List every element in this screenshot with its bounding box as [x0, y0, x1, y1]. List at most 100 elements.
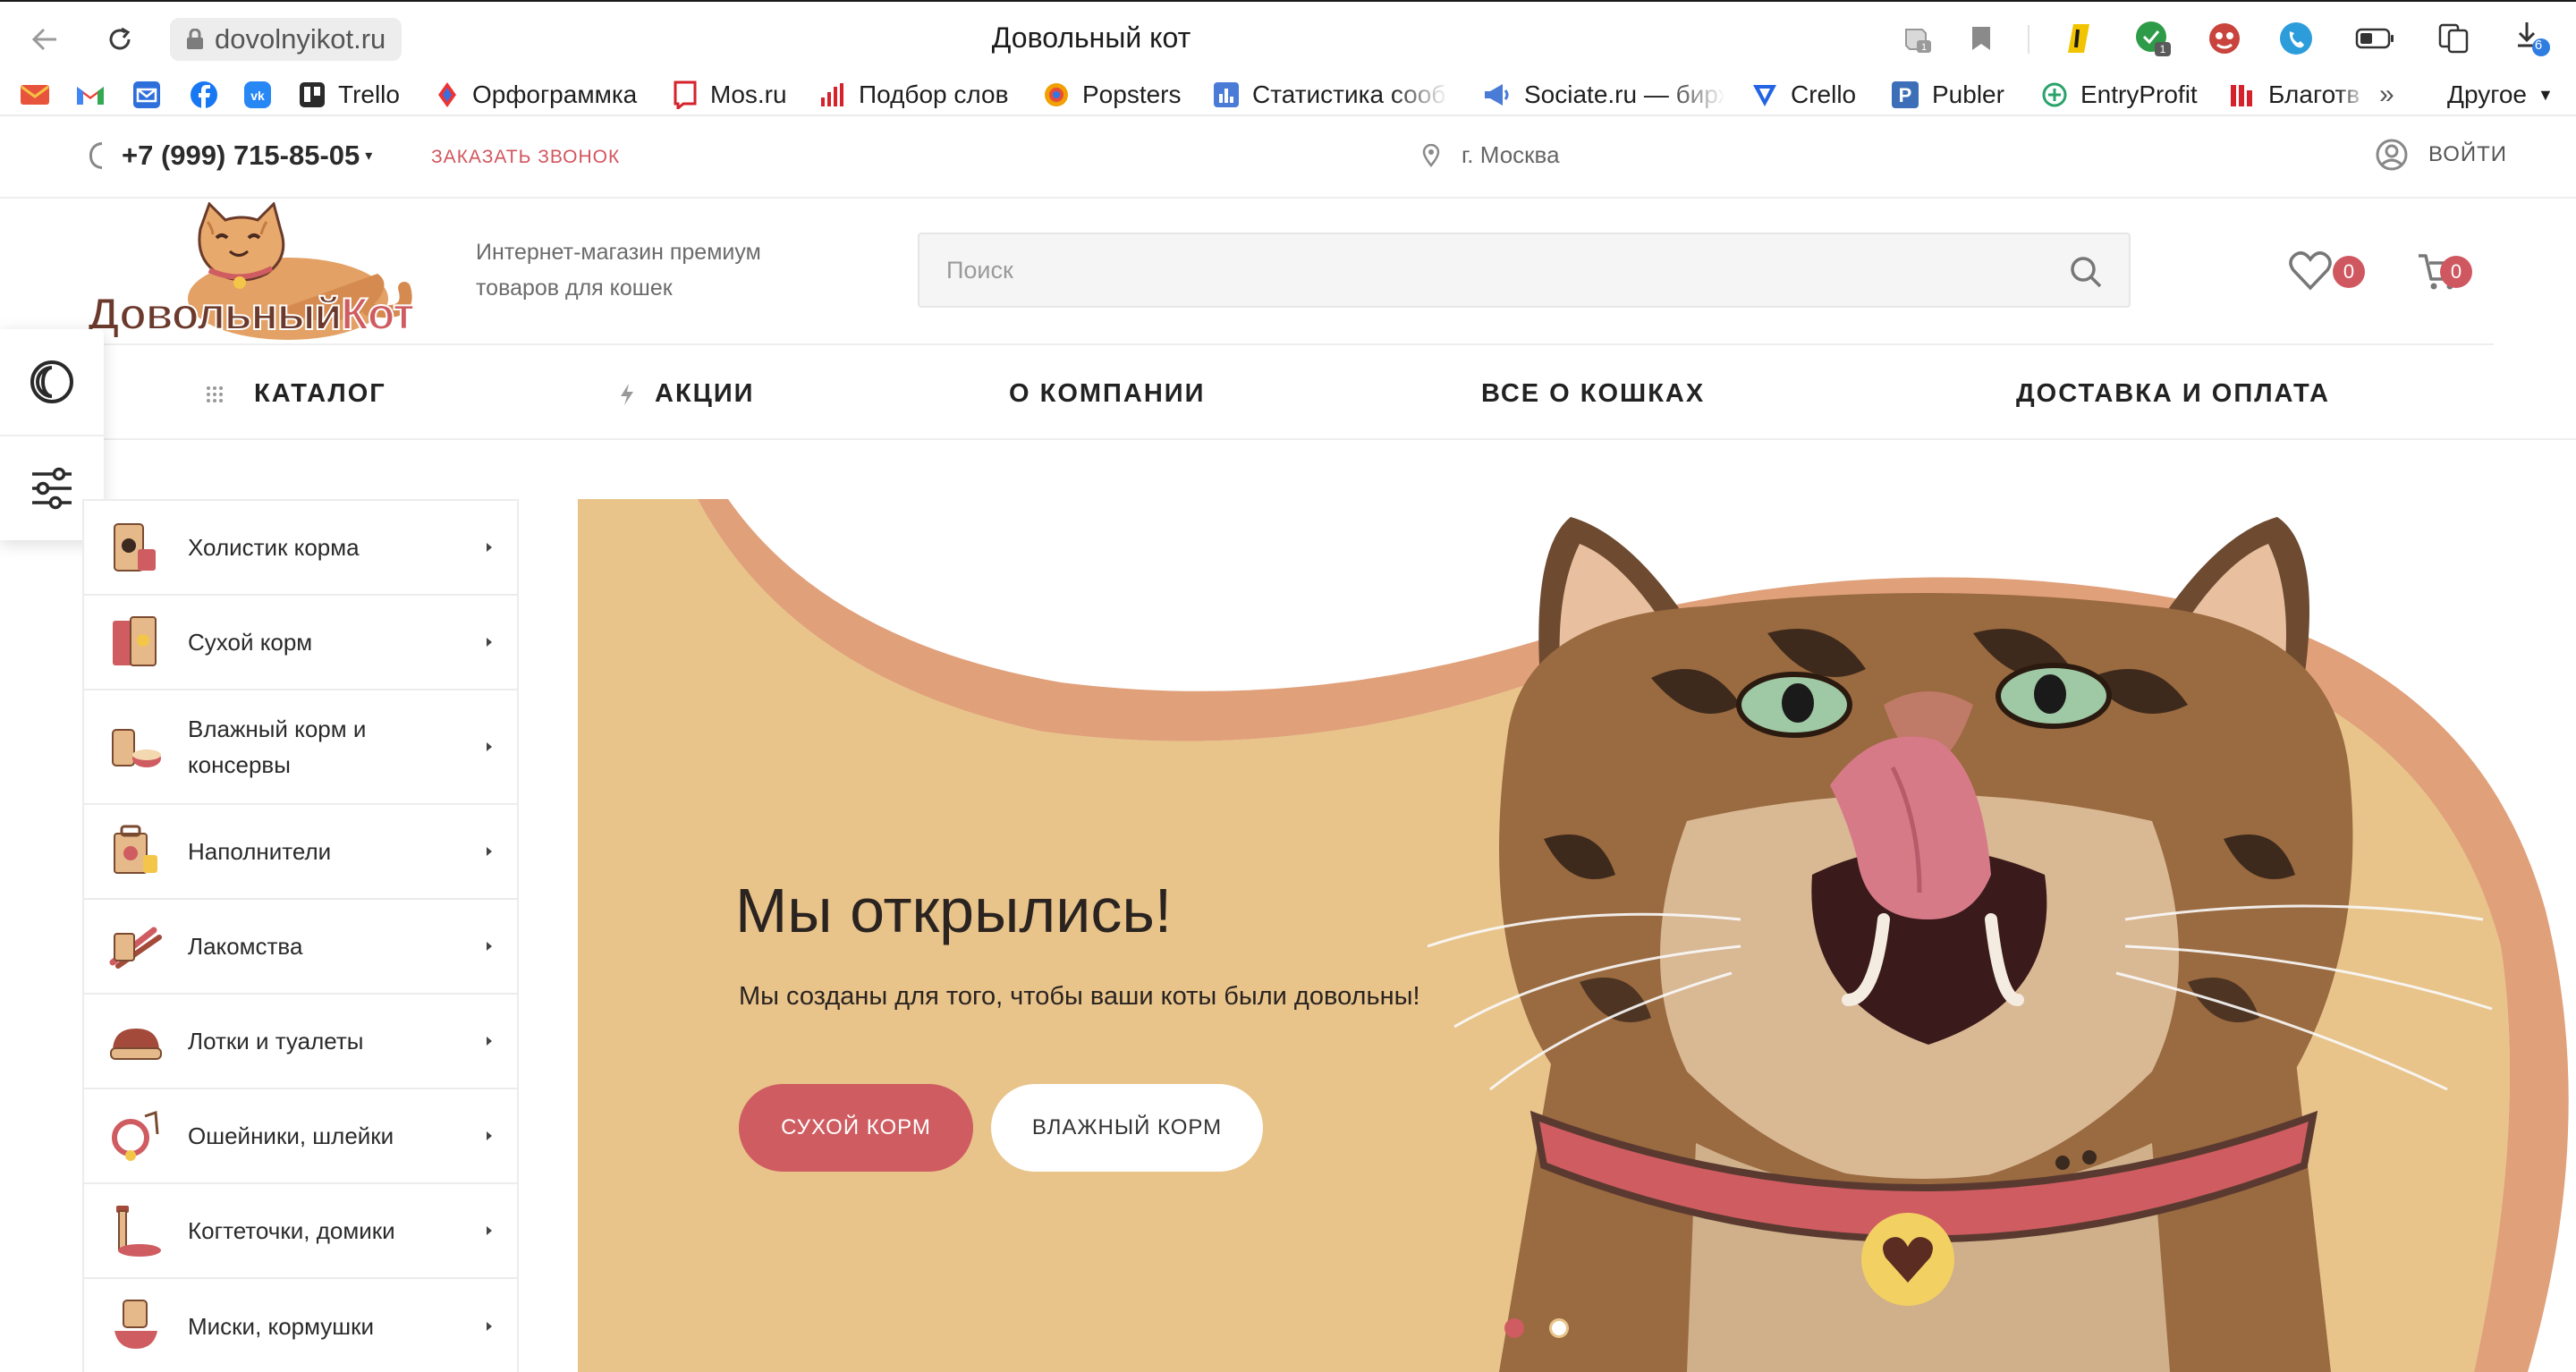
category-holistic[interactable]: Холистик корма	[84, 501, 517, 596]
slider-dot-2[interactable]	[1549, 1318, 1569, 1338]
bookmark-entryprofit[interactable]: EntryProfit	[2041, 79, 2198, 111]
nav-about[interactable]: О КОМПАНИИ	[1009, 379, 1205, 409]
category-label: Холистик корма	[188, 534, 360, 561]
bookmark-crello[interactable]: Crello	[1751, 79, 1856, 111]
category-label: Наполнители	[188, 838, 332, 865]
bookmark-publer[interactable]: P Publer	[1891, 79, 2004, 111]
search-box	[918, 233, 2131, 308]
extension-sponge-button[interactable]: 1	[1896, 18, 1937, 59]
bowl-icon	[114, 1300, 157, 1349]
hero-title: Мы открылись!	[735, 876, 1173, 945]
site-logo[interactable]: ДовольныйКот	[82, 201, 431, 345]
mascot-icon	[2209, 23, 2240, 54]
sponge-icon: 1	[1905, 29, 1931, 53]
bookmarks-overflow-button[interactable]: »	[2379, 79, 2394, 111]
nav-label: КАТАЛОГ	[254, 379, 386, 408]
tab-title: Довольный кот	[991, 21, 1191, 54]
bookmark-vk[interactable]: vk	[243, 79, 272, 111]
wet-food-button[interactable]: ВЛАЖНЫЙ КОРМ	[991, 1084, 1263, 1172]
category-trays[interactable]: Лотки и туалеты	[84, 995, 517, 1089]
bookmark-star-button[interactable]	[1961, 18, 2002, 59]
gmail-icon	[77, 87, 104, 105]
phone-link[interactable]: +7 (999) 715-85-05 ▾	[89, 140, 372, 172]
nav-delivery[interactable]: ДОСТАВКА И ОПЛАТА	[2016, 379, 2330, 409]
theme-toggle-button[interactable]	[0, 329, 104, 435]
svg-text:vk: vk	[250, 89, 265, 103]
category-scratchers[interactable]: Когтеточки, домики	[84, 1184, 517, 1279]
bookmark-charity[interactable]: Благотв	[2229, 79, 2367, 111]
extension-yellow-button[interactable]	[2059, 18, 2100, 59]
theme-icon	[30, 360, 73, 403]
nav-label: ДОСТАВКА И ОПЛАТА	[2016, 379, 2330, 408]
callback-link[interactable]: ЗАКАЗАТЬ ЗВОНОК	[431, 147, 620, 168]
category-label: Лакомства	[188, 933, 303, 960]
chevron-right-icon	[487, 1322, 492, 1331]
category-wet-food[interactable]: Влажный корм и консервы	[84, 690, 517, 805]
bookmark-label: Подбор слов	[859, 80, 1009, 108]
category-label: Влажный корм и консервы	[188, 716, 367, 778]
nav-promotions[interactable]: АКЦИИ	[619, 379, 755, 409]
bookmark-facebook[interactable]	[190, 79, 218, 111]
bookmarks-bar: vk Trello Орфограммка Mos.ru Подбор слов…	[0, 73, 2576, 116]
vk-icon: vk	[244, 81, 271, 108]
nav-label: ВСЕ О КОШКАХ	[1481, 379, 1706, 408]
bookmark-statistika[interactable]: Статистика сооб	[1213, 79, 1449, 111]
scratcher-icon	[116, 1206, 161, 1257]
dry-food-button[interactable]: СУХОЙ КОРМ	[739, 1084, 973, 1172]
slider-dot-1[interactable]	[1504, 1318, 1524, 1338]
chevron-right-icon	[487, 1131, 492, 1140]
city-selector[interactable]: г. Москва	[1422, 141, 1560, 169]
charity-icon	[2231, 85, 2252, 106]
bookmark-gmail[interactable]	[75, 79, 106, 111]
nav-about-cats[interactable]: ВСЕ О КОШКАХ	[1481, 379, 1705, 409]
bookmark-sociate[interactable]: Sociate.ru — бирж	[1481, 79, 1725, 111]
category-bowls[interactable]: Миски, кормушки	[84, 1279, 517, 1372]
downloads-button[interactable]: 6	[2512, 18, 2553, 59]
bookmark-trello[interactable]: Trello	[299, 79, 400, 111]
category-treats[interactable]: Лакомства	[84, 900, 517, 995]
browser-toolbar: dovolnyikot.ru Довольный кот 1 1 6	[0, 0, 2576, 73]
bookmark-label: Sociate.ru — бирж	[1524, 80, 1725, 108]
city-name: г. Москва	[1462, 141, 1560, 168]
bookmark-popsters[interactable]: Popsters	[1043, 79, 1182, 111]
lightning-icon	[621, 383, 633, 405]
cart-count-badge: 0	[2440, 256, 2472, 288]
category-litter[interactable]: Наполнители	[84, 805, 517, 900]
collar-icon	[112, 1110, 159, 1161]
tagline-line-2: товаров для кошек	[476, 275, 673, 301]
bookmark-orfogrammka[interactable]: Орфограммка	[435, 79, 637, 111]
extension-copy-button[interactable]	[2433, 18, 2474, 59]
download-badge: 6	[2534, 38, 2543, 53]
shield-icon: 1	[2136, 21, 2171, 56]
svg-text:1: 1	[2160, 43, 2166, 55]
logo-text: ДовольныйКот	[87, 288, 416, 340]
bookmark-podbor-slov[interactable]: Подбор слов	[819, 79, 1008, 111]
search-icon[interactable]	[2068, 254, 2104, 290]
category-collars[interactable]: Ошейники, шлейки	[84, 1089, 517, 1184]
extension-shield-button[interactable]: 1	[2132, 18, 2174, 59]
mailbox-icon	[133, 81, 160, 108]
search-input[interactable]	[946, 252, 2020, 288]
toolbar-divider	[2028, 25, 2029, 54]
favorites-heart-icon[interactable]	[2288, 250, 2333, 292]
category-label: Когтеточки, домики	[188, 1217, 395, 1244]
crello-icon	[1753, 85, 1776, 106]
chevron-right-icon	[487, 638, 492, 647]
logo-text-accent: Кот	[340, 288, 415, 340]
category-dry-food[interactable]: Сухой корм	[84, 596, 517, 690]
extension-blue-button[interactable]	[2275, 18, 2317, 59]
site-tagline: Интернет-магазин премиум товаров для кош…	[476, 234, 798, 306]
bookmark-label: Publer	[1932, 80, 2004, 108]
yellow-ext-icon	[2068, 24, 2089, 53]
bookmark-mos[interactable]: Mos.ru	[673, 79, 787, 111]
other-bookmarks-button[interactable]: Другое ▼	[2447, 79, 2554, 111]
nav-catalog[interactable]: КАТАЛОГ	[206, 379, 386, 409]
category-label: Миски, кормушки	[188, 1313, 375, 1340]
bookmark-mail[interactable]	[20, 79, 50, 111]
category-menu: Холистик корма Сухой корм Влажный корм и…	[82, 499, 519, 1372]
sliders-icon	[32, 467, 72, 510]
login-link[interactable]: ВОЙТИ	[2375, 138, 2507, 172]
chevron-right-icon	[487, 543, 492, 552]
bookmark-mailbox[interactable]	[132, 79, 161, 111]
extension-red-button[interactable]	[2204, 18, 2245, 59]
